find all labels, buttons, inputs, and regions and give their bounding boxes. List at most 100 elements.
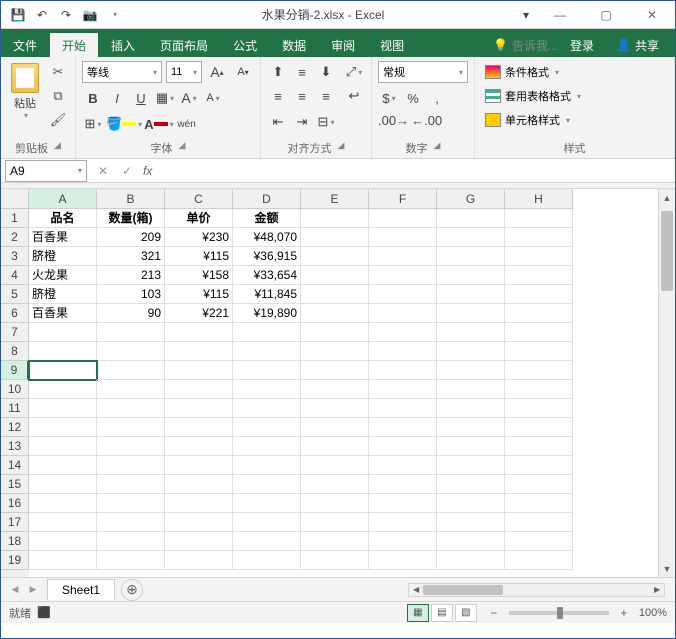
scroll-down-button[interactable]: ▼ [659,560,675,577]
cancel-formula-button[interactable]: ✕ [91,160,115,182]
column-header-G[interactable]: G [437,189,505,209]
add-sheet-button[interactable]: ⊕ [121,579,143,601]
cell-C17[interactable] [165,513,233,532]
cell-C5[interactable]: ¥115 [165,285,233,304]
cell-D5[interactable]: ¥11,845 [233,285,301,304]
tell-me-search[interactable]: 💡告诉我... [493,37,558,54]
cell-A4[interactable]: 火龙果 [29,266,97,285]
row-header-3[interactable]: 3 [1,247,29,266]
cell-F14[interactable] [369,456,437,475]
cell-H4[interactable] [505,266,573,285]
cell-C7[interactable] [165,323,233,342]
cell-E19[interactable] [301,551,369,570]
cell-G14[interactable] [437,456,505,475]
column-header-F[interactable]: F [369,189,437,209]
alignment-dialog-launcher[interactable]: ◢ [338,140,345,156]
merge-center-button[interactable]: ⊟▾ [315,111,337,133]
underline-button[interactable]: U [130,87,152,109]
wrap-text-button[interactable]: ↩ [343,85,365,107]
cell-A18[interactable] [29,532,97,551]
cell-C16[interactable] [165,494,233,513]
cell-C8[interactable] [165,342,233,361]
cell-D19[interactable] [233,551,301,570]
cell-C2[interactable]: ¥230 [165,228,233,247]
tab-data[interactable]: 数据 [270,33,318,57]
cell-C13[interactable] [165,437,233,456]
cell-E11[interactable] [301,399,369,418]
cell-A15[interactable] [29,475,97,494]
cell-H9[interactable] [505,361,573,380]
cell-E6[interactable] [301,304,369,323]
select-all-corner[interactable] [1,189,29,209]
cell-F16[interactable] [369,494,437,513]
cell-G2[interactable] [437,228,505,247]
cell-C15[interactable] [165,475,233,494]
scroll-right-button[interactable]: ▶ [650,584,664,596]
fill-color-button[interactable]: 🪣▾ [106,113,142,135]
share-button[interactable]: 👤共享 [606,35,669,56]
cell-E5[interactable] [301,285,369,304]
italic-button[interactable]: I [106,87,128,109]
comma-button[interactable]: , [426,87,448,109]
undo-button[interactable]: ↶ [31,4,53,26]
cell-F3[interactable] [369,247,437,266]
cell-styles-button[interactable]: 单元格样式▾ [481,109,585,131]
cell-H18[interactable] [505,532,573,551]
cell-F2[interactable] [369,228,437,247]
row-header-14[interactable]: 14 [1,456,29,475]
cell-B4[interactable]: 213 [97,266,165,285]
cell-B5[interactable]: 103 [97,285,165,304]
sheet-tab-sheet1[interactable]: Sheet1 [47,579,115,600]
cell-F12[interactable] [369,418,437,437]
cell-G18[interactable] [437,532,505,551]
cell-B19[interactable] [97,551,165,570]
cell-A3[interactable]: 脐橙 [29,247,97,266]
row-header-17[interactable]: 17 [1,513,29,532]
tab-page-layout[interactable]: 页面布局 [148,33,220,57]
cell-D12[interactable] [233,418,301,437]
cell-C3[interactable]: ¥115 [165,247,233,266]
cell-B3[interactable]: 321 [97,247,165,266]
row-header-19[interactable]: 19 [1,551,29,570]
cell-C11[interactable] [165,399,233,418]
row-header-10[interactable]: 10 [1,380,29,399]
cell-F10[interactable] [369,380,437,399]
cell-C6[interactable]: ¥221 [165,304,233,323]
column-header-H[interactable]: H [505,189,573,209]
row-header-11[interactable]: 11 [1,399,29,418]
cell-D1[interactable]: 金额 [233,209,301,228]
cell-G10[interactable] [437,380,505,399]
tab-formulas[interactable]: 公式 [221,33,269,57]
cell-A8[interactable] [29,342,97,361]
cell-C14[interactable] [165,456,233,475]
zoom-out-button[interactable]: − [487,606,501,620]
cell-H1[interactable] [505,209,573,228]
cell-F13[interactable] [369,437,437,456]
zoom-slider-thumb[interactable] [557,607,563,619]
zoom-level[interactable]: 100% [639,607,667,619]
cell-E7[interactable] [301,323,369,342]
cell-E10[interactable] [301,380,369,399]
row-header-1[interactable]: 1 [1,209,29,228]
cell-A16[interactable] [29,494,97,513]
copy-button[interactable]: ⧉ [47,85,69,107]
cell-G13[interactable] [437,437,505,456]
row-header-12[interactable]: 12 [1,418,29,437]
cell-E13[interactable] [301,437,369,456]
cell-G17[interactable] [437,513,505,532]
cell-A7[interactable] [29,323,97,342]
cell-E8[interactable] [301,342,369,361]
cell-B8[interactable] [97,342,165,361]
orientation-button[interactable]: ⤢▾ [343,61,365,83]
cell-G3[interactable] [437,247,505,266]
cell-G11[interactable] [437,399,505,418]
cell-H17[interactable] [505,513,573,532]
cell-A5[interactable]: 脐橙 [29,285,97,304]
cell-A17[interactable] [29,513,97,532]
view-page-layout-button[interactable]: ▤ [431,604,453,622]
cell-F8[interactable] [369,342,437,361]
cell-A11[interactable] [29,399,97,418]
cell-F15[interactable] [369,475,437,494]
cell-D7[interactable] [233,323,301,342]
cell-G9[interactable] [437,361,505,380]
